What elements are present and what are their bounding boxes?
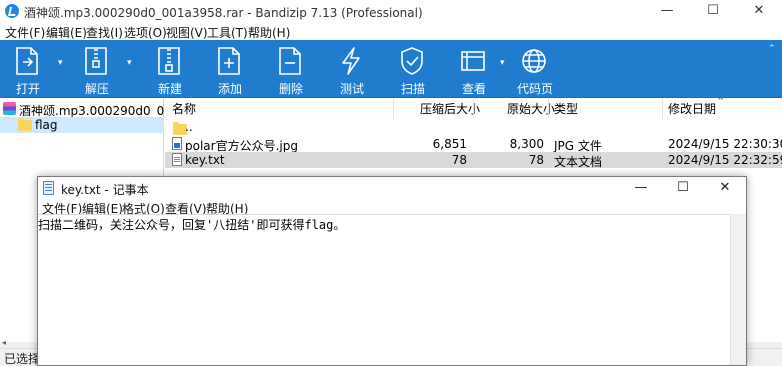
toolbar-overflow-icon[interactable]: ⌃ — [768, 44, 778, 54]
tree-item-label: 酒神颂.mp3.000290d0_001a3958.rar — [19, 104, 164, 117]
folder-icon — [18, 118, 32, 131]
test-label: 测试 — [339, 82, 364, 96]
menu-help[interactable]: 帮助(H) — [248, 24, 290, 41]
notepad-window-title: key.txt - 记事本 — [61, 183, 149, 197]
scan-label: 扫描 — [400, 82, 425, 96]
test-icon — [342, 47, 360, 75]
test-button[interactable]: 测试 — [322, 40, 382, 98]
file-row[interactable]: key.txt 78 78 文本文档 2024/9/15 22:32:59 — [165, 152, 782, 169]
sort-arrow-icon: ⌃ — [716, 95, 726, 108]
menu-edit[interactable]: 编辑(E) — [46, 24, 87, 41]
open-button[interactable]: 打开 — [0, 40, 58, 98]
add-button[interactable]: 添加 — [200, 40, 260, 98]
view-label: 查看 — [461, 82, 486, 96]
close-button[interactable]: ✕ — [736, 0, 782, 22]
bandizip-toolbar: 打开 ▾ 解压 ▾ 新建 添加 删除 测试 扫描 查看 ▾ 代码页 ⌃ — [0, 40, 782, 98]
file-row[interactable]: polar官方公众号.jpg 6,851 8,300 JPG 文件 2024/9… — [165, 136, 782, 153]
notepad-vertical-scrollbar[interactable] — [730, 214, 746, 365]
notepad-text-area[interactable]: 扫描二维码，关注公众号，回复'八扭结'即可获得flag。 — [38, 214, 730, 365]
notepad-close-button[interactable]: ✕ — [704, 177, 746, 199]
notepad-minimize-button[interactable]: — — [620, 177, 662, 199]
extract-button[interactable]: 解压 — [67, 40, 127, 98]
bandizip-window-title: 酒神颂.mp3.000290d0_001a3958.rar - Bandizip… — [24, 6, 423, 20]
bandizip-titlebar: 酒神颂.mp3.000290d0_001a3958.rar - Bandizip… — [0, 0, 782, 22]
codepage-label: 代码页 — [516, 82, 553, 96]
extract-label: 解压 — [84, 82, 109, 96]
notepad-menubar: 文件(F) 编辑(E) 格式(O) 查看(V) 帮助(H) — [38, 199, 746, 216]
menu-options[interactable]: 选项(O) — [124, 24, 167, 41]
menu-file[interactable]: 文件(F) — [5, 24, 45, 41]
tree-item-label: flag — [35, 118, 58, 132]
file-name: key.txt — [185, 153, 225, 167]
notepad-maximize-button[interactable]: ☐ — [662, 177, 704, 199]
bandizip-menubar: 文件(F) 编辑(E) 查找(I) 选项(O) 视图(V) 工具(T) 帮助(H… — [0, 22, 782, 40]
file-type: 文本文档 — [554, 155, 603, 169]
tree-item-flag[interactable]: flag — [0, 117, 164, 133]
notepad-content: 扫描二维码，关注公众号，回复'八扭结'即可获得flag。 — [38, 218, 346, 232]
open-label: 打开 — [15, 82, 40, 96]
scan-icon — [401, 47, 423, 75]
codepage-icon — [522, 49, 546, 73]
extract-dropdown-icon[interactable]: ▾ — [127, 58, 137, 68]
new-archive-icon — [158, 47, 180, 75]
column-header-compressed[interactable]: 压缩后大小 — [420, 99, 480, 119]
file-original-size: 78 — [528, 153, 544, 167]
menu-tools[interactable]: 工具(T) — [207, 24, 248, 41]
scroll-left-icon[interactable]: ◂ — [2, 338, 6, 347]
column-header-modified[interactable]: 修改日期 — [668, 99, 716, 119]
bandizip-app-icon — [5, 4, 19, 18]
menu-view[interactable]: 视图(V) — [166, 24, 208, 41]
delete-label: 删除 — [278, 82, 303, 96]
file-compressed-size: 6,851 — [432, 137, 467, 151]
notepad-titlebar: key.txt - 记事本 — ☐ ✕ — [38, 177, 746, 199]
add-icon — [218, 47, 240, 75]
notepad-app-icon — [43, 181, 54, 195]
scan-button[interactable]: 扫描 — [383, 40, 443, 98]
file-compressed-size: 78 — [451, 153, 467, 167]
extract-icon — [85, 47, 107, 75]
jpg-file-icon — [172, 137, 182, 150]
codepage-button[interactable]: 代码页 — [505, 40, 565, 98]
add-label: 添加 — [217, 82, 242, 96]
notepad-window: key.txt - 记事本 — ☐ ✕ 文件(F) 编辑(E) 格式(O) 查看… — [37, 176, 747, 366]
new-archive-button[interactable]: 新建 — [140, 40, 200, 98]
column-header-name[interactable]: 名称 — [172, 99, 196, 119]
tree-item-archive[interactable]: 酒神颂.mp3.000290d0_001a3958.rar — [0, 101, 164, 117]
menu-find[interactable]: 查找(I) — [86, 24, 123, 41]
file-original-size: 8,300 — [509, 137, 544, 151]
delete-button[interactable]: 删除 — [261, 40, 321, 98]
status-text: 已选择 — [4, 352, 41, 366]
new-archive-label: 新建 — [157, 82, 182, 96]
view-icon — [461, 51, 485, 71]
view-button[interactable]: 查看 — [444, 40, 504, 98]
archive-icon — [3, 102, 16, 115]
open-icon — [16, 47, 38, 75]
file-modified: 2024/9/15 22:30:30 — [668, 137, 782, 151]
file-name: .. — [185, 120, 193, 134]
file-modified: 2024/9/15 22:32:59 — [668, 153, 782, 167]
column-header-type[interactable]: 类型 — [554, 99, 578, 119]
delete-icon — [279, 47, 301, 75]
file-row[interactable]: .. — [165, 120, 782, 136]
maximize-button[interactable]: ☐ — [690, 0, 736, 22]
minimize-button[interactable]: — — [644, 0, 690, 22]
txt-file-icon — [172, 153, 182, 166]
